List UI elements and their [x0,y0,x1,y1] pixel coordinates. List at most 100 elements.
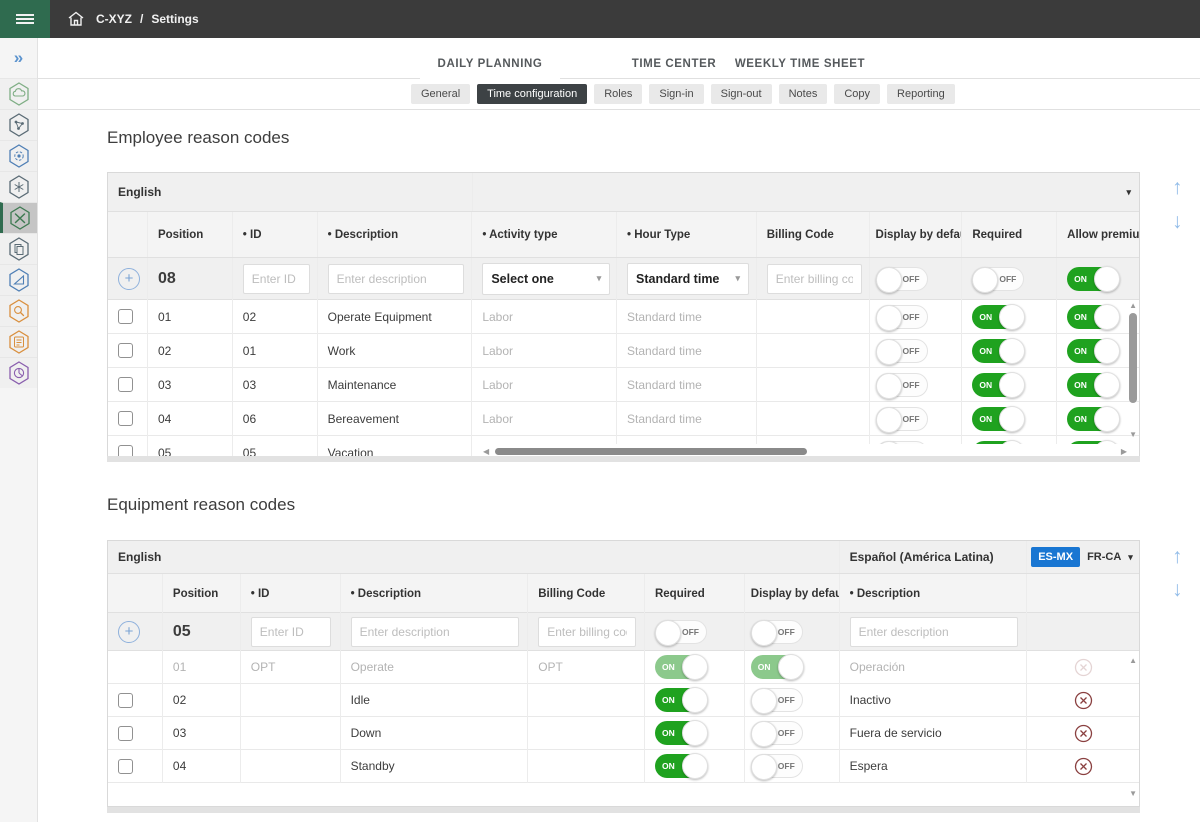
row-checkbox[interactable] [118,693,133,708]
display-toggle[interactable]: OFF [876,305,928,329]
scroll-up-icon[interactable]: ▲ [1129,657,1137,665]
equipment-col-description: • Description [341,574,529,614]
required-toggle: ON [655,655,707,679]
tab-weekly-time-sheet[interactable]: WEEKLY TIME SHEET [720,48,880,80]
row-checkbox[interactable] [118,377,133,392]
equipment-table-options-caret-icon[interactable]: ▾ [1128,552,1133,563]
equipment-new-required-toggle[interactable]: OFF [655,620,707,644]
employee-new-required-toggle[interactable]: OFF [972,267,1024,291]
employee-activity-type-select[interactable]: Select one▾ [482,263,610,295]
equipment-new-description-input[interactable] [351,617,519,647]
equipment-move-up-icon[interactable]: ↑ [1172,545,1183,569]
scroll-right-icon[interactable]: ▶ [1121,448,1127,456]
display-toggle[interactable]: OFF [751,754,803,778]
sidebar-item-measure[interactable] [0,264,37,295]
sidebar-item-optimize[interactable] [0,171,37,202]
breadcrumb-app[interactable]: C-XYZ [96,12,132,26]
subtab-sign-out[interactable]: Sign-out [711,84,772,104]
scroll-up-icon[interactable]: ▲ [1129,302,1137,310]
language-button-es-mx[interactable]: ES-MX [1031,547,1080,567]
sidebar-item-dispatch[interactable] [0,109,37,140]
subtab-roles[interactable]: Roles [594,84,642,104]
subtab-general[interactable]: General [411,84,470,104]
sidebar-item-inspect[interactable] [0,295,37,326]
sidebar-item-reports[interactable] [0,357,37,388]
required-toggle[interactable]: ON [972,407,1024,431]
employee-add-row-button[interactable]: + [118,268,140,290]
required-toggle[interactable]: ON [972,373,1024,397]
horizontal-scroll-thumb[interactable] [495,448,807,455]
scroll-down-icon[interactable]: ▼ [1129,431,1137,439]
employee-new-description-input[interactable] [328,264,464,294]
sidebar-item-checklist[interactable] [0,326,37,357]
equipment-col-actions [1027,574,1139,614]
home-button[interactable] [62,0,90,38]
sidebar-expand-button[interactable]: » [0,38,37,78]
equipment-new-id-input[interactable] [251,617,331,647]
required-toggle[interactable]: ON [972,339,1024,363]
subtab-reporting[interactable]: Reporting [887,84,955,104]
required-toggle[interactable]: ON [655,721,707,745]
sidebar-item-cloud[interactable] [0,78,37,109]
allow-premium-toggle[interactable]: ON [1067,407,1119,431]
employee-new-display-toggle[interactable]: OFF [876,267,928,291]
tab-time-center[interactable]: TIME CENTER [610,48,738,80]
subtab-time-configuration[interactable]: Time configuration [477,84,587,104]
equipment-row-1: 01 OPT Operate OPT ON ON Operación [108,651,1139,684]
required-toggle[interactable]: ON [655,688,707,712]
tab-daily-planning[interactable]: DAILY PLANNING [420,48,560,80]
display-toggle[interactable]: OFF [751,688,803,712]
required-toggle[interactable]: ON [655,754,707,778]
equipment-move-down-icon[interactable]: ↓ [1172,578,1183,602]
hamburger-menu-button[interactable] [0,0,50,38]
row-checkbox[interactable] [118,411,133,426]
delete-icon [1074,691,1093,710]
required-toggle[interactable]: ON [972,305,1024,329]
delete-row-button[interactable] [1073,756,1093,776]
employee-new-id-input[interactable] [243,264,310,294]
employee-hour-type-select[interactable]: Standard time▾ [627,263,749,295]
sidebar-item-target[interactable] [0,140,37,171]
employee-table-bottom-track[interactable] [107,456,1140,462]
employee-new-allow-premium-toggle[interactable]: ON [1067,267,1119,291]
row-checkbox[interactable] [118,309,133,324]
display-toggle[interactable]: OFF [876,373,928,397]
subtab-copy[interactable]: Copy [834,84,880,104]
subtab-notes[interactable]: Notes [779,84,828,104]
equipment-table-bottom-track[interactable] [107,807,1140,813]
delete-row-button[interactable] [1073,723,1093,743]
equipment-col-required: Required [645,574,745,614]
employee-move-down-icon[interactable]: ↓ [1172,210,1183,234]
employee-new-position: 08 [148,258,233,300]
vertical-scroll-thumb[interactable] [1129,313,1137,403]
equipment-new-billing-input[interactable] [538,617,636,647]
equipment-new-description-es-input[interactable] [850,617,1018,647]
scroll-down-icon[interactable]: ▼ [1129,790,1137,798]
sidebar-item-field-tools[interactable] [0,202,37,233]
delete-row-button[interactable] [1073,690,1093,710]
display-toggle[interactable]: OFF [876,407,928,431]
equipment-new-display-toggle[interactable]: OFF [751,620,803,644]
equipment-row-4: 04 Standby ON OFF Espera [108,750,1139,783]
scroll-left-icon[interactable]: ◀ [483,448,489,456]
allow-premium-toggle[interactable]: ON [1067,305,1119,329]
delete-icon [1074,757,1093,776]
language-button-fr-ca[interactable]: FR-CA [1080,547,1128,567]
employee-table-options-caret-icon[interactable]: ▾ [1126,187,1131,198]
equipment-col-id: • ID [241,574,341,614]
display-toggle[interactable]: OFF [751,721,803,745]
employee-move-up-icon[interactable]: ↑ [1172,176,1183,200]
row-checkbox[interactable] [118,726,133,741]
employee-col-description: • Description [318,212,473,257]
equipment-add-row-button[interactable]: + [118,621,140,643]
employee-col-billing-code: Billing Code [757,212,870,257]
allow-premium-toggle[interactable]: ON [1067,373,1119,397]
employee-new-billing-input[interactable] [767,264,862,294]
subtab-sign-in[interactable]: Sign-in [649,84,703,104]
allow-premium-toggle[interactable]: ON [1067,339,1119,363]
row-checkbox[interactable] [118,759,133,774]
module-tabs: DAILY PLANNING TIME CENTER WEEKLY TIME S… [38,48,1200,79]
sidebar-item-documents[interactable] [0,233,37,264]
display-toggle[interactable]: OFF [876,339,928,363]
row-checkbox[interactable] [118,343,133,358]
